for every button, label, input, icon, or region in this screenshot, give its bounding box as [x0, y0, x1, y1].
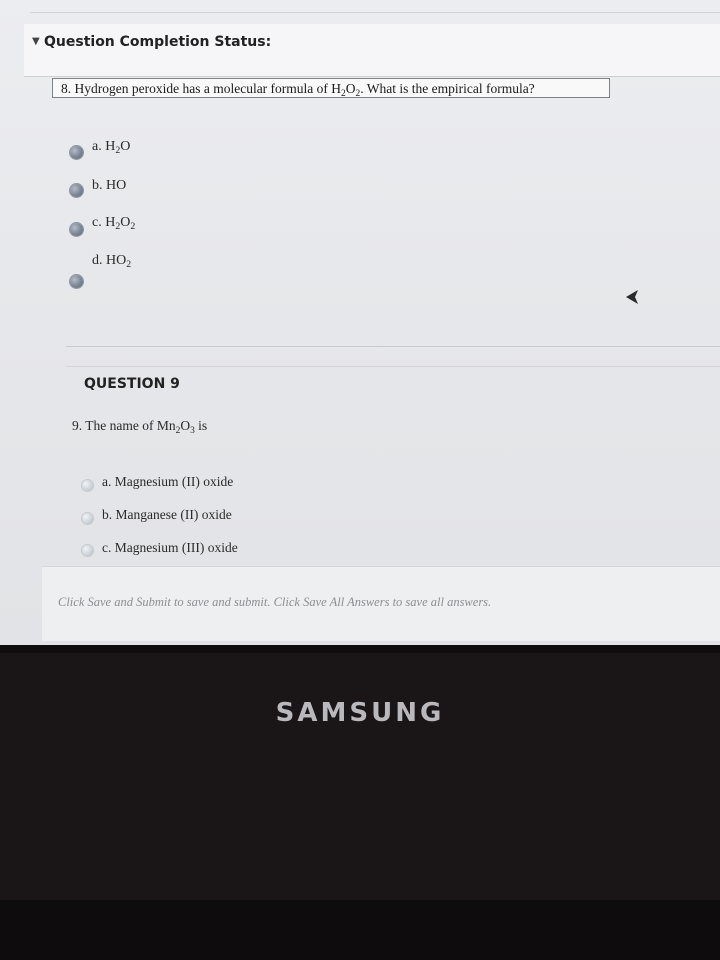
option-q8-a-label: a. H2O: [92, 139, 131, 156]
question-9-text: 9. The name of Mn2O3 is: [72, 418, 208, 436]
radio-q8-b[interactable]: [70, 184, 83, 197]
option-q9-a-label: a. Magnesium (II) oxide: [102, 474, 234, 489]
option-q8-d-label: d. HO2: [92, 253, 132, 270]
device-brand-logo: SAMSUNG: [275, 698, 445, 728]
browser-viewport: ▼ Question Completion Status: 8. Hydroge…: [0, 0, 720, 645]
submit-instructions-box: Click Save and Submit to save and submit…: [42, 566, 720, 641]
keyboard-edge: [0, 900, 720, 960]
submit-instructions-text: Click Save and Submit to save and submit…: [58, 595, 492, 609]
radio-q8-d[interactable]: [70, 275, 83, 288]
status-title: Question Completion Status:: [44, 34, 272, 50]
radio-q9-b[interactable]: [82, 513, 93, 524]
screen-bezel-edge: [0, 645, 720, 653]
question-8-prompt-box: 8. Hydrogen peroxide has a molecular for…: [52, 78, 610, 99]
top-divider: [30, 12, 720, 13]
question-9-heading: QUESTION 9: [84, 376, 180, 392]
chevron-down-icon[interactable]: ▼: [32, 36, 40, 47]
option-q8-b-label: b. HO: [92, 178, 127, 193]
option-q8-c-label: c. H2O2: [92, 215, 136, 232]
question-completion-status-bar[interactable]: ▼ Question Completion Status:: [24, 24, 720, 77]
option-q9-c-label: c. Magnesium (III) oxide: [102, 540, 238, 555]
option-q9-b-label: b. Manganese (II) oxide: [102, 507, 232, 522]
radio-q9-a[interactable]: [82, 480, 93, 491]
mouse-cursor-icon: [626, 290, 638, 304]
radio-q9-c[interactable]: [82, 545, 93, 556]
radio-q8-c[interactable]: [70, 223, 83, 236]
question-8-text: 8. Hydrogen peroxide has a molecular for…: [61, 81, 535, 99]
question-divider: [66, 346, 720, 347]
question-divider-secondary: [66, 366, 720, 367]
radio-q8-a[interactable]: [70, 146, 83, 159]
